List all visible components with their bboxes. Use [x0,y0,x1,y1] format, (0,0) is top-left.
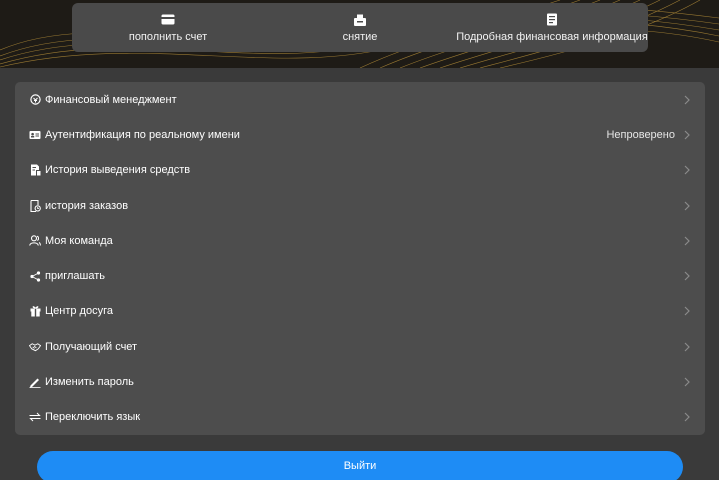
chevron-right-icon [683,306,691,316]
menu-item-identity-verification[interactable]: Аутентификация по реальному имени Непров… [15,117,705,152]
chevron-right-icon [683,165,691,175]
menu-label: Центр досуга [45,305,113,318]
handshake-icon [29,341,41,353]
menu-item-invite[interactable]: приглашать [15,258,705,293]
menu-label: приглашать [45,270,105,283]
switch-icon [29,411,41,423]
hero-banner: пополнить счет снятие Подробная финансов… [0,0,719,68]
menu-label: Финансовый менеджмент [45,93,177,106]
menu-label: история заказов [45,199,129,212]
financial-details-label: Подробная финансовая информация [456,30,648,43]
menu-label: Изменить пароль [45,376,134,389]
wallet-icon [352,13,368,27]
logout-button[interactable]: Выйти [37,451,683,480]
chevron-right-icon [683,271,691,281]
deposit-label: пополнить счет [128,30,208,43]
quick-actions-bar: пополнить счет снятие Подробная финансов… [72,3,648,52]
chevron-right-icon [683,412,691,422]
menu-label: История выведения средств [45,164,191,177]
menu-item-leisure-center[interactable]: Центр досуга [15,294,705,329]
menu-item-change-password[interactable]: Изменить пароль [15,364,705,399]
finance-icon [29,94,41,106]
menu-item-receiving-account[interactable]: Получающий счет [15,329,705,364]
menu-item-financial-management[interactable]: Финансовый менеджмент [15,82,705,117]
menu-item-my-team[interactable]: Моя команда [15,223,705,258]
order-history-icon [29,199,41,212]
menu-item-switch-language[interactable]: Переключить язык [15,400,705,435]
logout-label: Выйти [343,460,377,472]
withdraw-button[interactable]: снятие [264,3,456,52]
menu-label: Моя команда [45,234,113,247]
document-icon [544,13,560,27]
verification-status: Непроверено [606,128,675,141]
menu-label: Аутентификация по реальному имени [45,128,240,141]
chevron-right-icon [683,377,691,387]
chevron-right-icon [683,342,691,352]
pen-icon [29,376,41,388]
menu-label: Переключить язык [45,411,141,424]
financial-details-button[interactable]: Подробная финансовая информация [456,3,648,52]
share-icon [29,270,41,282]
chevron-right-icon [683,236,691,246]
withdraw-label: снятие [342,30,378,43]
chevron-right-icon [683,95,691,105]
chevron-right-icon [683,130,691,140]
menu-label: Получающий счет [45,340,138,353]
account-menu: Финансовый менеджмент Аутентификация по … [15,82,705,435]
id-card-icon [29,129,41,141]
team-icon [29,235,41,247]
menu-item-order-history[interactable]: история заказов [15,188,705,223]
gift-icon [29,305,41,317]
card-icon [160,13,176,27]
menu-item-withdrawal-history[interactable]: История выведения средств [15,153,705,188]
deposit-button[interactable]: пополнить счет [72,3,264,52]
withdraw-history-icon [29,164,41,176]
chevron-right-icon [683,201,691,211]
